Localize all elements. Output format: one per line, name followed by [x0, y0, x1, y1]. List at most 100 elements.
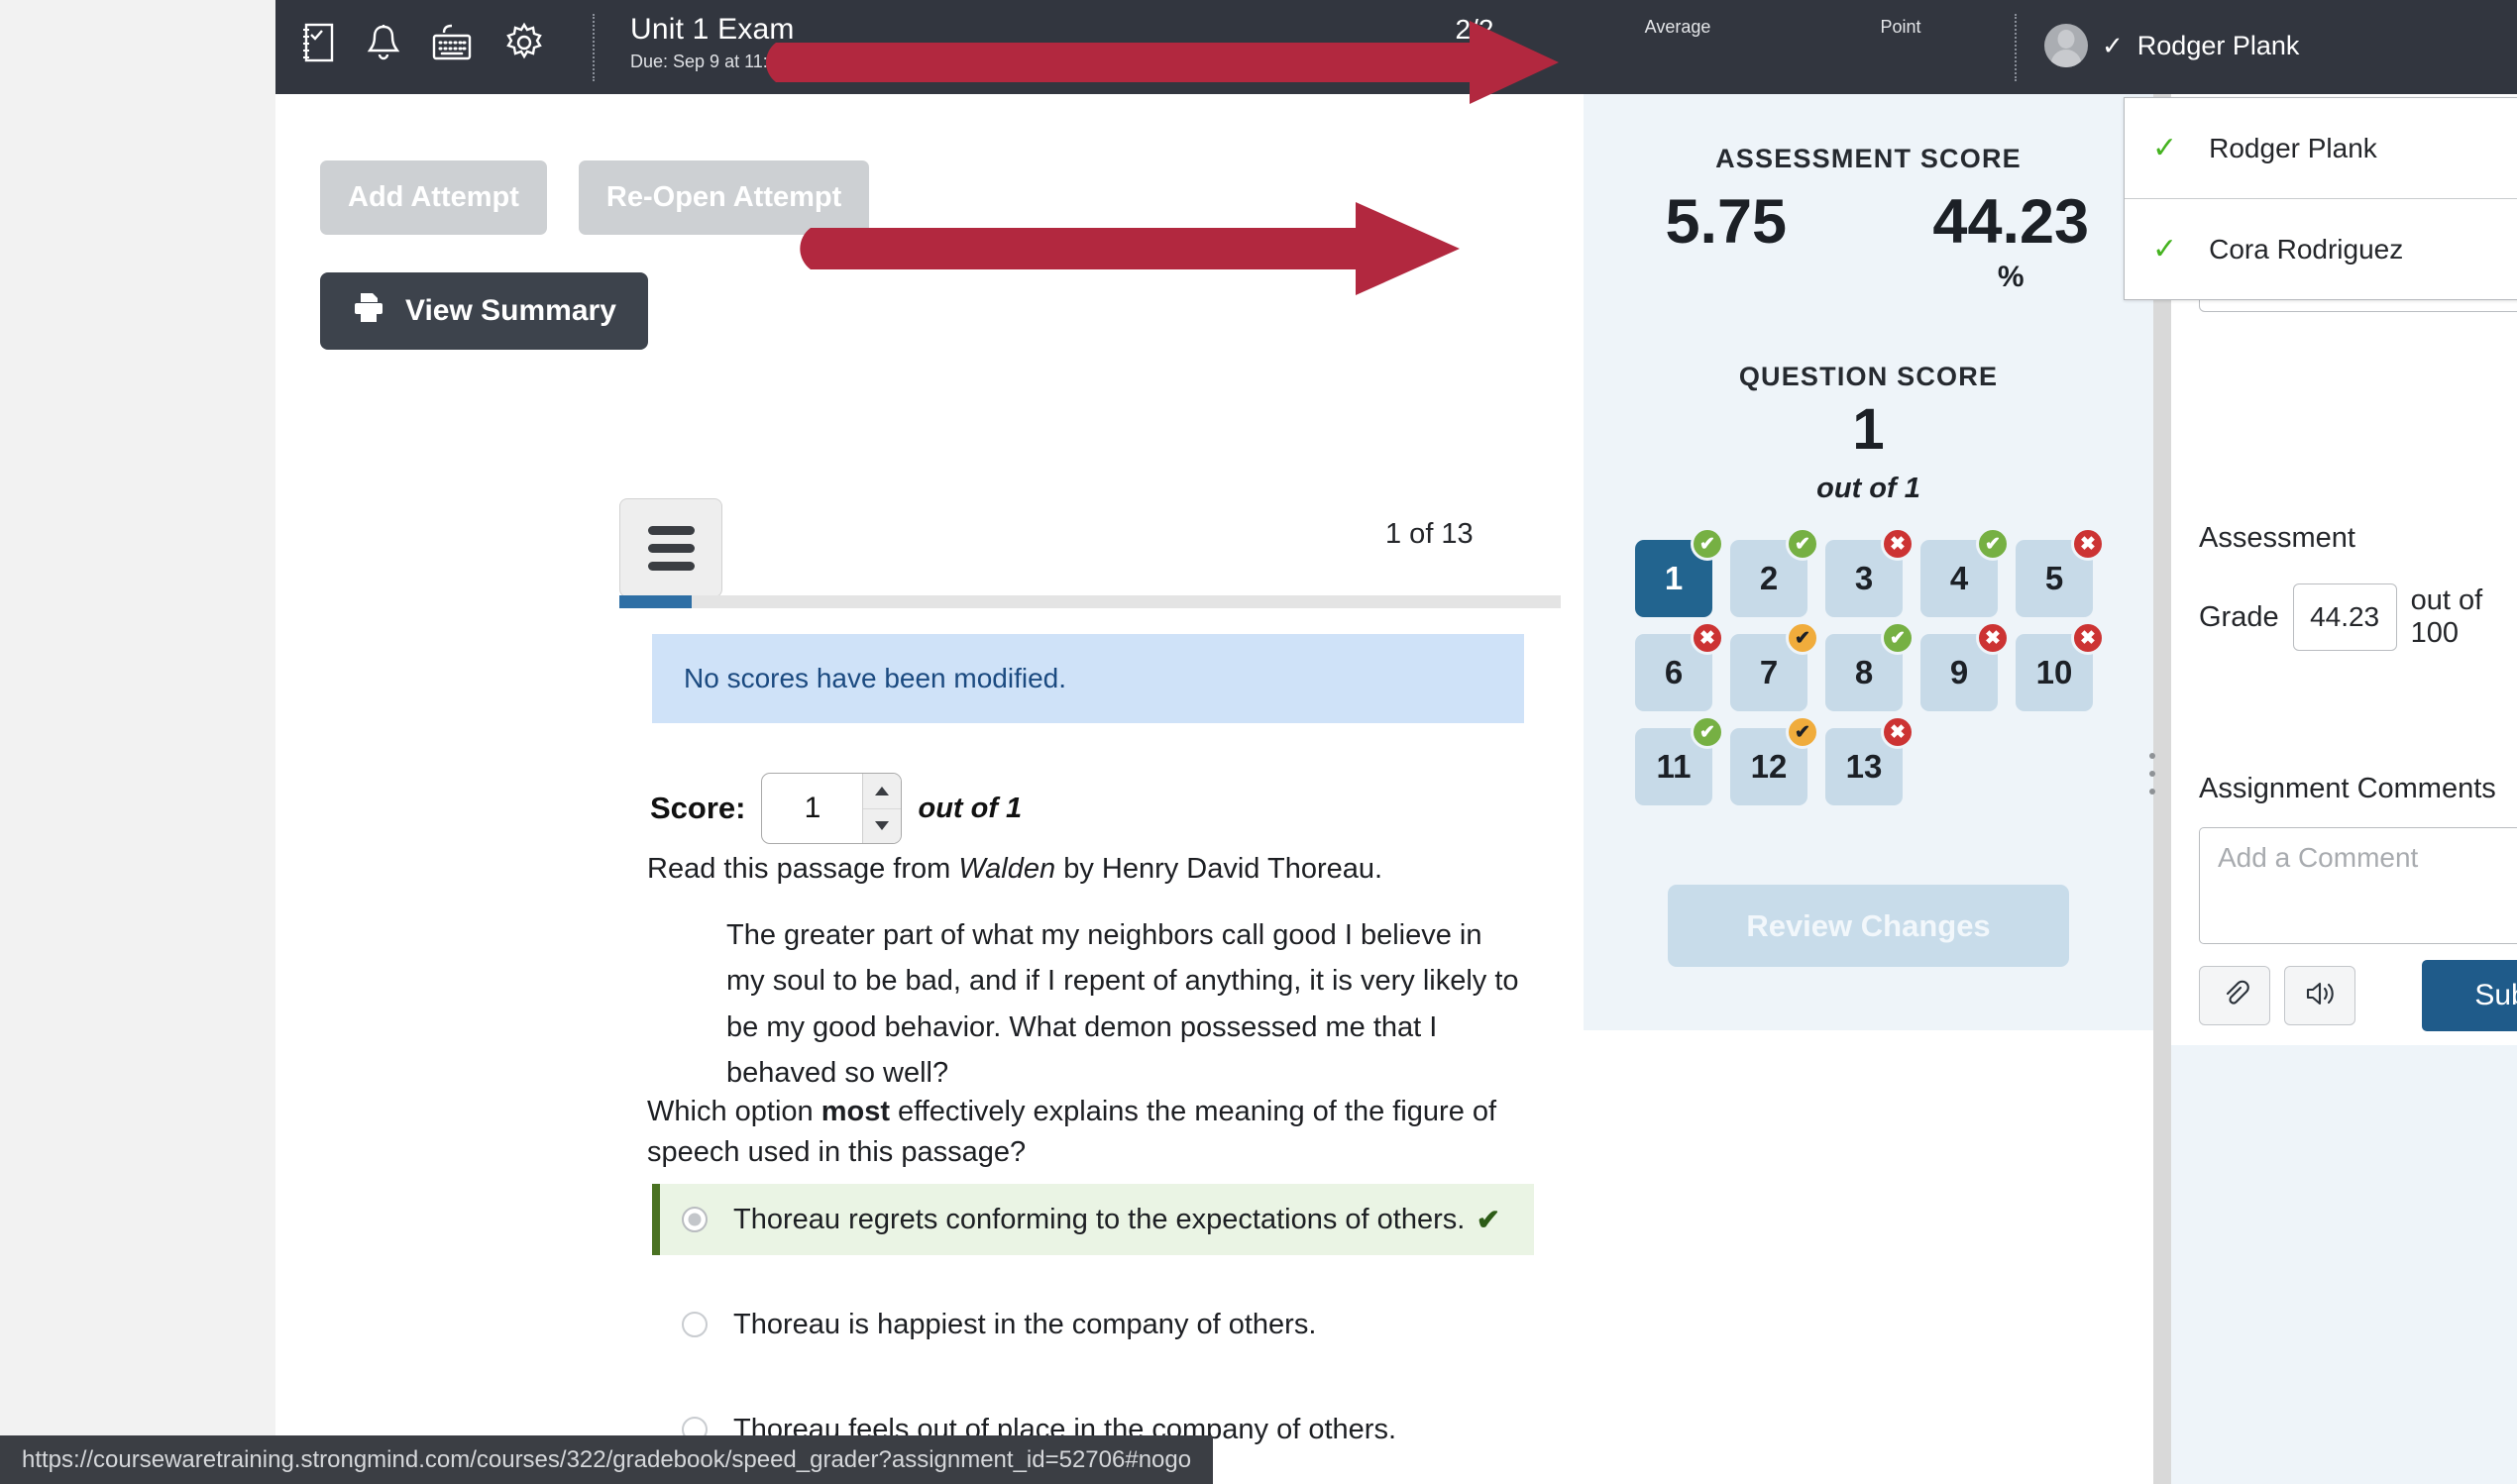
question-navigation-grid: 1 ✔ 2 ✔ 3 ✖ 4 ✔ 5 ✖ 6 ✖ 7 ✔ 8 ✔ 9 ✖ 10 ✖ 11 ✔ 12 ✔ 13 ✖ [1635, 527, 2111, 805]
review-changes-button[interactable]: Review Changes [1668, 885, 2069, 967]
question-nav-cell[interactable]: 10 ✖ [2016, 621, 2105, 711]
question-score-row: Score: out of 1 [650, 773, 1022, 844]
student-menu-item-label: Rodger Plank [2209, 132, 2377, 163]
assessment-points-value: 5.75 [1665, 187, 1788, 257]
score-spinner[interactable] [862, 774, 902, 843]
assignment-comments-label: Assignment Comments [2199, 773, 2496, 804]
comment-input[interactable] [2199, 827, 2517, 944]
question-list-toggle-button[interactable] [619, 498, 722, 597]
answer-option-label: Thoreau regrets conforming to the expect… [733, 1203, 1466, 1235]
grade-input[interactable] [2292, 583, 2397, 651]
score-stepper[interactable] [761, 773, 903, 844]
reopen-attempt-button[interactable]: Re-Open Attempt [578, 160, 870, 235]
question-nav-number: 6 [1664, 654, 1684, 690]
question-nav-number: 7 [1759, 654, 1779, 690]
radio-icon[interactable] [682, 1207, 708, 1232]
answer-option[interactable]: Thoreau is happiest in the company of ot… [652, 1289, 1534, 1360]
hamburger-bar [647, 543, 695, 553]
question-score-value: 1 [1852, 397, 1885, 462]
comment-tools [2199, 966, 2355, 1025]
attempt-button-row: Add Attempt Re-Open Attempt [320, 160, 870, 235]
assessment-percent-symbol: % [1997, 261, 2025, 294]
gear-icon[interactable] [503, 22, 545, 63]
submit-button[interactable]: Submit [2422, 960, 2517, 1031]
browser-status-bar: https://coursewaretraining.strongmind.co… [0, 1435, 1214, 1484]
add-attempt-button[interactable]: Add Attempt [320, 160, 547, 235]
bell-icon[interactable] [367, 22, 400, 63]
screen-root: Unit 1 Exam Due: Sep 9 at 11:59pm - KNEN… [0, 0, 2517, 1484]
assessment-score-values: 5.75 44.23 % [1584, 187, 2153, 294]
question-nav-number: 5 [2044, 560, 2064, 596]
submission-pane: Add Attempt Re-Open Attempt View Summary [275, 94, 1561, 1484]
score-decrement-button[interactable] [863, 808, 902, 843]
assignment-due-info: Due: Sep 9 at 11:59pm - KNENG11 [630, 52, 911, 72]
question-progress-bar [619, 595, 1561, 608]
correct-badge-icon: ✔ [1786, 527, 1819, 561]
question-intro: Read this passage from Walden by Henry D… [647, 849, 1499, 890]
answer-option[interactable]: Thoreau regrets conforming to the expect… [652, 1184, 1534, 1255]
correct-badge-icon: ✔ [1691, 527, 1724, 561]
stat-average-label: Average [1644, 17, 1711, 37]
record-audio-button[interactable] [2284, 966, 2355, 1025]
question-prompt-before: Which option [647, 1096, 821, 1127]
question-nav-number: 10 [2035, 654, 2073, 690]
assessment-percent-value: 44.23 [1932, 187, 2090, 257]
student-selector[interactable]: ✓ Rodger Plank [2044, 12, 2299, 79]
printer-icon [352, 290, 385, 332]
speaker-icon [2304, 979, 2336, 1013]
header-divider-right [2015, 14, 2017, 81]
question-nav-number: 2 [1759, 560, 1779, 596]
score-summary-panel: ASSESSMENT SCORE 5.75 44.23 % QUESTION S… [1584, 94, 2153, 1030]
question-nav-cell[interactable]: 12 ✔ [1730, 715, 1819, 805]
question-progress-fill [619, 595, 693, 608]
question-intro-after: by Henry David Thoreau. [1055, 853, 1383, 885]
question-nav-number: 3 [1854, 560, 1874, 596]
grip-dot [2149, 771, 2155, 777]
question-intro-title: Walden [958, 853, 1056, 885]
grade-label: Grade [2199, 600, 2279, 633]
header-divider-left [593, 14, 595, 81]
partial-credit-badge-icon: ✔ [1786, 715, 1819, 749]
stat-graded-value: 2/2 [1455, 14, 1494, 45]
question-nav-cell[interactable]: 2 ✔ [1730, 527, 1819, 617]
question-nav-cell[interactable]: 6 ✖ [1635, 621, 1724, 711]
answer-option-label: Thoreau is happiest in the company of ot… [733, 1308, 1317, 1340]
correct-badge-icon: ✔ [1881, 621, 1915, 655]
question-nav-cell[interactable]: 3 ✖ [1825, 527, 1915, 617]
question-nav-cell[interactable]: 8 ✔ [1825, 621, 1915, 711]
view-summary-button[interactable]: View Summary [320, 272, 648, 350]
question-nav-cell[interactable]: 4 ✔ [1920, 527, 2010, 617]
incorrect-badge-icon: ✖ [1881, 527, 1915, 561]
question-nav-cell[interactable]: 5 ✖ [2016, 527, 2105, 617]
question-nav-cell[interactable]: 9 ✖ [1920, 621, 2010, 711]
grade-row: Grade out of 100 [2199, 583, 2517, 651]
stat-point: Point [1802, 13, 2000, 38]
score-modified-notice-text: No scores have been modified. [684, 663, 1066, 693]
attach-file-button[interactable] [2199, 966, 2270, 1025]
student-menu-item[interactable]: ✓ Rodger Plank [2125, 98, 2517, 199]
score-input[interactable] [762, 791, 863, 826]
assignment-icon[interactable] [299, 22, 337, 63]
correct-answer-check-icon: ✔ [1476, 1204, 1500, 1236]
view-summary-label: View Summary [405, 294, 616, 327]
question-nav-cell[interactable]: 1 ✔ [1635, 527, 1724, 617]
question-nav-cell[interactable]: 13 ✖ [1825, 715, 1915, 805]
assessment-percent-col: 44.23 % [1874, 187, 2147, 294]
radio-icon[interactable] [682, 1312, 708, 1337]
question-prompt: Which option most effectively explains t… [647, 1092, 1499, 1173]
stat-graded: 2/2 Graded [1405, 13, 1544, 71]
stat-graded-label: Graded [1444, 50, 1505, 70]
question-score-heading: QUESTION SCORE [1738, 362, 1999, 391]
panel-splitter-grip[interactable] [2149, 753, 2159, 795]
question-nav-cell[interactable]: 11 ✔ [1635, 715, 1724, 805]
assessment-section-label: Assessment [2199, 522, 2355, 554]
question-nav-number: 11 [1656, 748, 1692, 785]
student-name: Rodger Plank [2136, 30, 2300, 60]
student-menu-item[interactable]: ✓ Cora Rodriguez [2125, 199, 2517, 299]
question-nav-cell[interactable]: 7 ✔ [1730, 621, 1819, 711]
score-modified-notice: No scores have been modified. [652, 634, 1524, 723]
assessment-score-heading: ASSESSMENT SCORE [1715, 144, 2022, 173]
keyboard-icon[interactable] [430, 23, 474, 62]
question-nav-number: 8 [1854, 654, 1874, 690]
score-increment-button[interactable] [863, 774, 902, 809]
